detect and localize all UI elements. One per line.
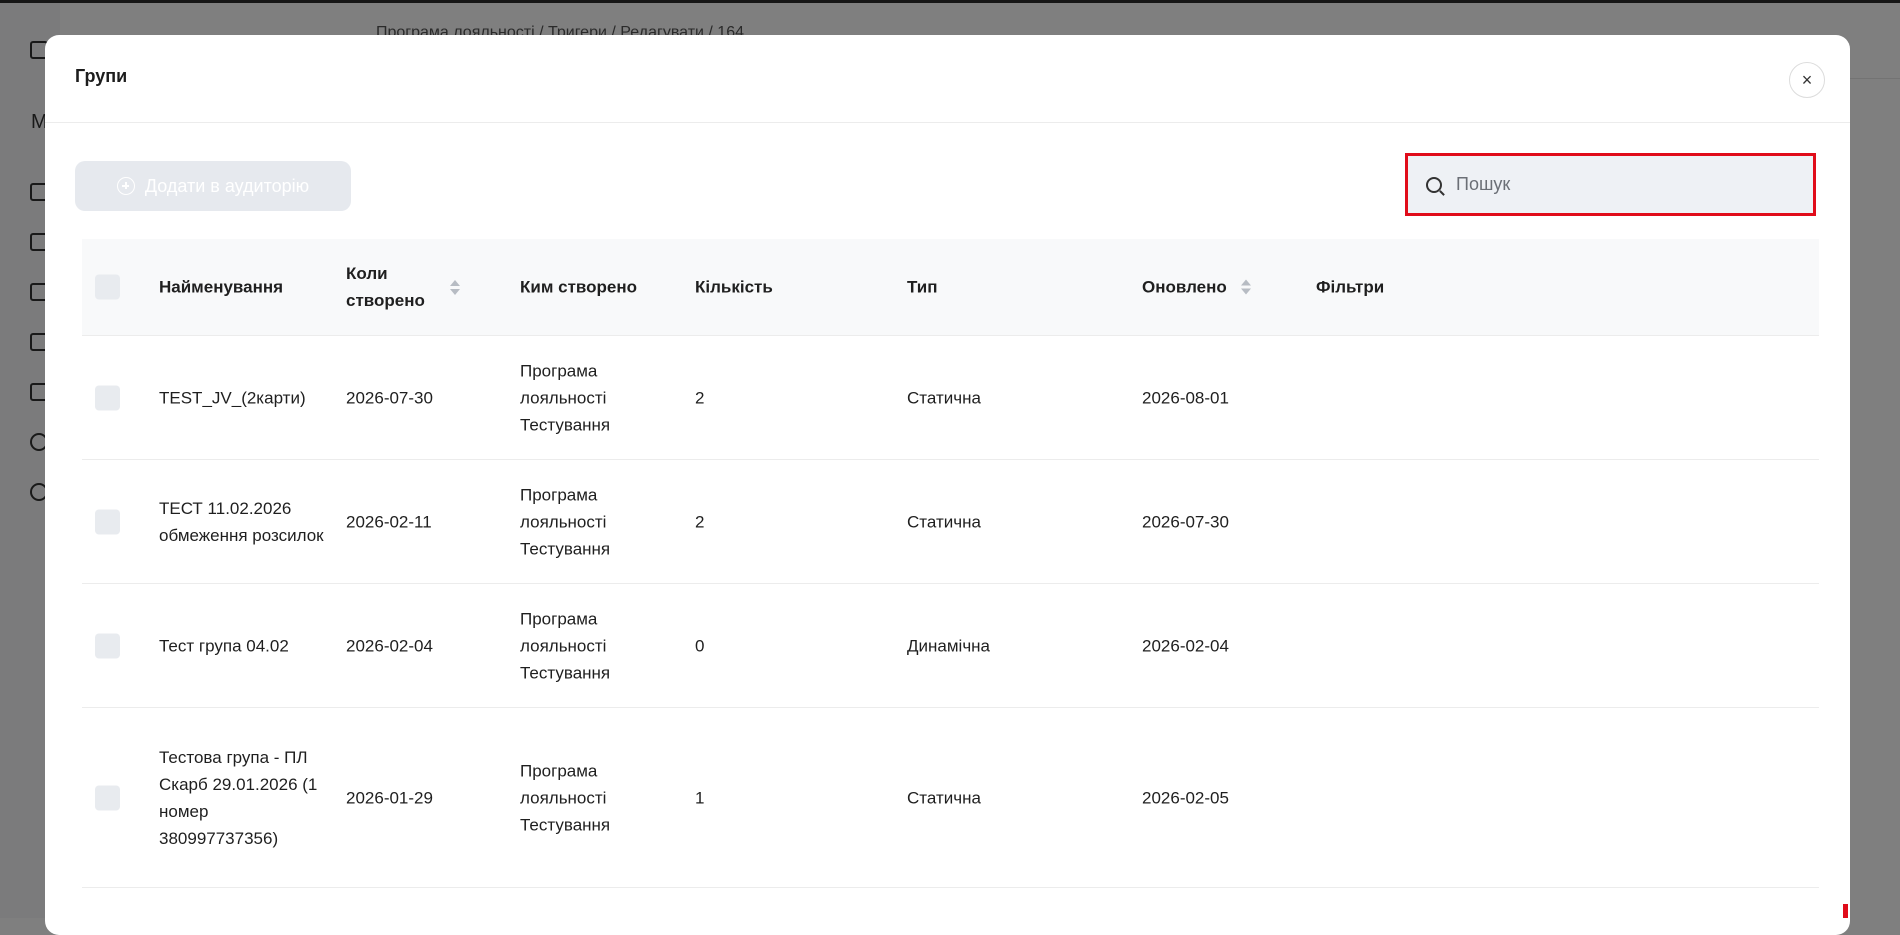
table-row[interactable]: Тестова група - ПЛ Скарб 29.01.2026 (1 н…	[82, 708, 1819, 888]
row-type: Статична	[907, 788, 981, 807]
row-checkbox[interactable]	[95, 633, 120, 658]
row-name: Тестова група - ПЛ Скарб 29.01.2026 (1 н…	[159, 747, 318, 848]
table-row[interactable]: Тест група 04.02 2026-02-04 Програма лоя…	[82, 584, 1819, 708]
header-name: Найменування	[159, 277, 284, 297]
header-filters: Фільтри	[1316, 277, 1385, 297]
row-created: 2026-02-04	[346, 636, 433, 655]
header-count: Кількість	[695, 277, 773, 297]
row-created-by: Програма лояльності Тестування	[520, 609, 611, 682]
search-icon	[1426, 176, 1442, 193]
row-created: 2026-02-11	[346, 512, 432, 531]
header-updated[interactable]: Оновлено	[1142, 274, 1251, 301]
row-name: Тест група 04.02	[159, 636, 289, 655]
row-type: Статична	[907, 512, 981, 531]
sort-icon[interactable]	[450, 280, 460, 295]
sort-icon[interactable]	[1241, 280, 1251, 295]
groups-modal: Групи × Додати в аудиторію Найменування …	[45, 35, 1850, 935]
row-type: Статична	[907, 388, 981, 407]
header-created[interactable]: Коли створено	[346, 260, 486, 314]
select-all-checkbox[interactable]	[95, 274, 120, 300]
header-created-label: Коли створено	[346, 264, 425, 310]
close-button[interactable]: ×	[1789, 62, 1825, 98]
row-count: 2	[695, 512, 705, 531]
row-updated: 2026-02-05	[1142, 788, 1229, 807]
header-type: Тип	[907, 277, 938, 297]
search-input[interactable]	[1454, 173, 1798, 196]
close-icon: ×	[1801, 70, 1813, 90]
modal-header: Групи ×	[45, 35, 1850, 123]
row-created: 2026-01-29	[346, 788, 433, 807]
highlight-marker	[1843, 904, 1848, 918]
row-created-by: Програма лояльності Тестування	[520, 361, 611, 434]
row-created-by: Програма лояльності Тестування	[520, 761, 611, 834]
table-row[interactable]: ТЕСТ 11.02.2026 обмеження розсилок 2026-…	[82, 460, 1819, 584]
table-header-row: Найменування Коли створено Ким створено …	[82, 239, 1819, 336]
row-created-by: Програма лояльності Тестування	[520, 485, 611, 558]
row-type: Динамічна	[907, 636, 991, 655]
groups-table: Найменування Коли створено Ким створено …	[82, 239, 1819, 888]
add-to-audience-button[interactable]: Додати в аудиторію	[75, 161, 351, 211]
header-updated-label: Оновлено	[1142, 277, 1227, 297]
row-updated: 2026-08-01	[1142, 388, 1229, 407]
search-box[interactable]	[1405, 153, 1816, 216]
row-checkbox[interactable]	[95, 509, 120, 534]
modal-title: Групи	[75, 66, 128, 86]
row-checkbox[interactable]	[95, 385, 120, 410]
header-created-by: Ким створено	[520, 277, 638, 297]
row-name: ТЕСТ 11.02.2026 обмеження розсилок	[159, 498, 324, 545]
row-count: 1	[695, 788, 705, 807]
row-updated: 2026-07-30	[1142, 512, 1229, 531]
plus-circle-icon	[116, 177, 135, 195]
row-name: TEST_JV_(2карти)	[159, 388, 306, 407]
row-count: 0	[695, 636, 705, 655]
add-to-audience-label: Додати в аудиторію	[144, 175, 310, 196]
table-row[interactable]: TEST_JV_(2карти) 2026-07-30 Програма лоя…	[82, 336, 1819, 460]
row-created: 2026-07-30	[346, 388, 433, 407]
row-count: 2	[695, 388, 705, 407]
row-updated: 2026-02-04	[1142, 636, 1229, 655]
row-checkbox[interactable]	[95, 785, 120, 810]
